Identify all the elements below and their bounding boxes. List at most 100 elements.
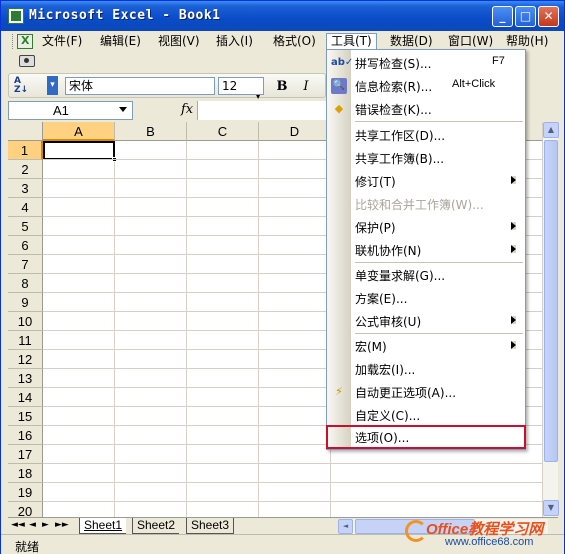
row-header-1[interactable]: 1 [8,141,43,160]
tools-menu-item-7[interactable]: 保护(P) [327,216,525,238]
row-header-10[interactable]: 10 [8,312,43,331]
menu-data[interactable]: 数据(D) [386,33,437,50]
submenu-arrow-icon [511,222,516,230]
menu-item-label: 自动更正选项(A)... [355,386,457,400]
swirl-logo-icon [405,520,427,542]
row-header-14[interactable]: 14 [8,388,43,407]
gridline [43,482,558,483]
menu-item-label: 方案(E)... [355,292,408,306]
row-header-12[interactable]: 12 [8,350,43,369]
row-header-6[interactable]: 6 [8,236,43,255]
sheet-tab-sheet1[interactable]: Sheet1 [79,518,127,534]
excel-app-icon[interactable] [8,8,24,24]
menu-window[interactable]: 窗口(W) [444,33,497,50]
scroll-left-icon[interactable]: ◄ [338,519,353,534]
tools-menu-item-12[interactable]: 宏(M) [327,335,525,357]
menu-item-label: 自定义(C)... [355,409,421,423]
tools-menu-item-9[interactable]: 单变量求解(G)... [327,264,525,286]
last-sheet-icon[interactable]: ►► [55,520,69,530]
font-name-select[interactable]: 宋体 ▼ [65,77,261,100]
menu-file[interactable]: 文件(F) [38,33,86,50]
row-header-17[interactable]: 17 [8,445,43,464]
menu-item-label: 共享工作簿(B)... [355,152,445,166]
select-all-corner[interactable] [8,122,43,141]
minimize-button[interactable]: _ [492,6,513,27]
menu-insert[interactable]: 插入(I) [212,33,257,50]
tools-menu-item-15[interactable]: 自定义(C)... [327,404,525,426]
tools-menu-item-11[interactable]: 公式审核(U) [327,310,525,332]
tools-menu-item-14[interactable]: ⚡ 自动更正选项(A)... [327,381,525,403]
menu-item-label: 拼写检查(S)... [355,57,432,71]
window-title: Microsoft Excel - Book1 [29,8,221,23]
row-header-8[interactable]: 8 [8,274,43,293]
workbook-icon[interactable] [17,34,33,49]
row-header-2[interactable]: 2 [8,160,43,179]
active-cell[interactable] [43,141,115,160]
vertical-scrollbar[interactable]: ▲ ▼ [542,122,559,517]
tools-menu-item-10[interactable]: 方案(E)... [327,287,525,309]
italic-button[interactable]: I [297,78,315,95]
row-header-9[interactable]: 9 [8,293,43,312]
scroll-up-icon[interactable]: ▲ [543,122,559,138]
scroll-down-icon[interactable]: ▼ [543,500,559,516]
row-header-3[interactable]: 3 [8,179,43,198]
menu-view[interactable]: 视图(V) [154,33,204,50]
insert-function-icon[interactable]: fx [181,102,193,117]
column-header-b[interactable]: B [115,122,187,141]
spellcheck-icon: ab✓ [331,57,354,68]
sort-ascending-icon[interactable]: A Z↓ [14,77,28,95]
title-bar[interactable]: Microsoft Excel - Book1 _ □ ✕ [1,1,564,31]
name-box-dropdown-icon[interactable] [119,107,127,112]
toolbar-grip-icon[interactable] [12,34,14,49]
row-header-11[interactable]: 11 [8,331,43,350]
row-header-4[interactable]: 4 [8,198,43,217]
research-icon: 🔍 [331,78,347,94]
menu-edit[interactable]: 编辑(E) [96,33,145,50]
menu-format[interactable]: 格式(O) [269,33,320,50]
row-header-18[interactable]: 18 [8,464,43,483]
menu-item-label: 信息检索(R)... [355,80,433,94]
formula-input[interactable] [197,101,326,120]
name-box[interactable]: A1 [8,101,133,120]
watermark-logo: Office教程学习网 www.office68.com [405,518,560,552]
tools-menu-item-13[interactable]: 加载宏(I)... [327,358,525,380]
first-sheet-icon[interactable]: ◄◄ [11,520,25,530]
row-header-20[interactable]: 20 [8,502,43,517]
row-header-13[interactable]: 13 [8,369,43,388]
toolbar-options-icon[interactable]: ▾ [47,76,58,95]
sheet-tab-sheet2[interactable]: Sheet2 [132,518,180,534]
menu-item-label: 修订(T) [355,175,396,189]
menu-tools[interactable]: 工具(T) [326,33,377,50]
row-header-16[interactable]: 16 [8,426,43,445]
row-header-5[interactable]: 5 [8,217,43,236]
row-header-15[interactable]: 15 [8,407,43,426]
menu-help[interactable]: 帮助(H) [502,33,552,50]
camera-icon[interactable] [19,55,35,67]
font-size-value: 12 [222,79,238,93]
menu-item-label: 共享工作区(D)... [355,129,446,143]
row-header-7[interactable]: 7 [8,255,43,274]
column-header-a[interactable]: A [43,122,115,141]
sheet-tab-sheet3[interactable]: Sheet3 [186,518,235,534]
tools-menu-item-4[interactable]: 共享工作簿(B)... [327,147,525,169]
bold-button[interactable]: B [273,78,291,95]
tools-menu-item-5[interactable]: 修订(T) [327,170,525,192]
tools-menu-item-8[interactable]: 联机协作(N) [327,239,525,261]
row-header-19[interactable]: 19 [8,483,43,502]
font-size-select[interactable]: 12 ▼ [218,77,414,100]
gridline [43,463,558,464]
vertical-scroll-thumb[interactable] [544,140,558,462]
close-button[interactable]: ✕ [538,6,559,27]
gridline [43,501,558,502]
column-header-c[interactable]: C [187,122,259,141]
prev-sheet-icon[interactable]: ◄ [29,520,36,530]
tools-menu-item-16[interactable]: 选项(O)... [326,425,526,449]
next-sheet-icon[interactable]: ► [42,520,49,530]
tools-menu-item-0[interactable]: ab✓ 拼写检查(S)... F7 [327,52,525,74]
column-header-d[interactable]: D [259,122,331,141]
tools-menu-item-6: 比较和合并工作簿(W)... [327,193,525,215]
tools-menu-item-1[interactable]: 🔍 信息检索(R)... Alt+Click [327,75,525,97]
tools-menu-item-2[interactable]: ◆ 错误检查(K)... [327,98,525,120]
maximize-button[interactable]: □ [515,6,536,27]
tools-menu-item-3[interactable]: 共享工作区(D)... [327,124,525,146]
